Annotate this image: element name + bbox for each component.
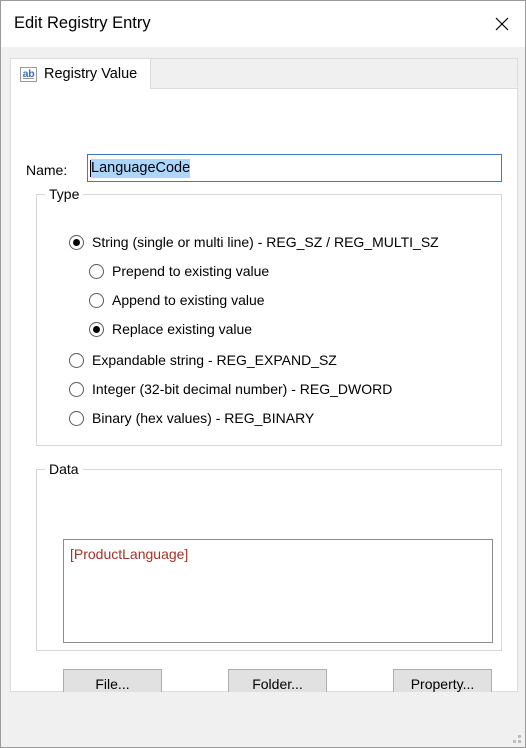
radio-replace-indicator: [89, 321, 104, 337]
ab-icon: ab: [20, 66, 37, 82]
radio-prepend[interactable]: Prepend to existing value: [89, 263, 269, 279]
radio-string-indicator: [69, 234, 84, 250]
tab-strip: ab Registry Value Name: LanguageCode Typ…: [10, 47, 518, 747]
name-input[interactable]: LanguageCode: [87, 154, 502, 182]
radio-integer-label: Integer (32-bit decimal number) - REG_DW…: [92, 381, 393, 397]
radio-prepend-indicator: [89, 263, 104, 279]
radio-prepend-label: Prepend to existing value: [112, 263, 270, 279]
radio-expandable-string-label: Expandable string - REG_EXPAND_SZ: [92, 352, 337, 368]
type-groupbox: Type String (single or multi line) - REG…: [36, 186, 502, 446]
ab-icon-text: ab: [22, 67, 35, 80]
data-textarea[interactable]: [ProductLanguage]: [63, 539, 493, 643]
close-button[interactable]: [479, 1, 525, 47]
window-title: Edit Registry Entry: [14, 14, 151, 32]
close-icon: [495, 17, 509, 31]
radio-replace[interactable]: Replace existing value: [89, 321, 252, 337]
title-bar: Edit Registry Entry: [1, 1, 525, 47]
tab-registry-value[interactable]: ab Registry Value: [10, 58, 152, 89]
type-group-title: Type: [45, 186, 84, 202]
radio-string-label: String (single or multi line) - REG_SZ /…: [92, 234, 439, 250]
radio-append-indicator: [89, 292, 104, 308]
radio-binary-indicator: [69, 410, 84, 426]
tab-panel: Name: LanguageCode Type String (single o…: [10, 88, 518, 747]
radio-integer[interactable]: Integer (32-bit decimal number) - REG_DW…: [69, 381, 392, 397]
name-input-value: LanguageCode: [91, 158, 191, 178]
radio-replace-label: Replace existing value: [112, 321, 253, 337]
name-label: Name:: [26, 162, 68, 178]
resize-grip[interactable]: [509, 731, 521, 743]
radio-expandable-string-indicator: [69, 352, 84, 368]
data-textarea-value: [ProductLanguage]: [70, 546, 189, 562]
radio-expandable-string[interactable]: Expandable string - REG_EXPAND_SZ: [69, 352, 337, 368]
radio-append[interactable]: Append to existing value: [89, 292, 265, 308]
radio-binary-label: Binary (hex values) - REG_BINARY: [92, 410, 315, 426]
radio-integer-indicator: [69, 381, 84, 397]
radio-append-label: Append to existing value: [112, 292, 265, 308]
radio-string[interactable]: String (single or multi line) - REG_SZ /…: [69, 234, 439, 250]
edit-registry-entry-dialog: Edit Registry Entry ab Registry Value Na…: [0, 0, 526, 748]
radio-binary[interactable]: Binary (hex values) - REG_BINARY: [69, 410, 314, 426]
tab-label: Registry Value: [44, 66, 138, 82]
footer-bar: OK Cancel Help: [1, 692, 525, 747]
data-group-title: Data: [45, 461, 83, 477]
ab-icon-underline: [23, 77, 34, 79]
